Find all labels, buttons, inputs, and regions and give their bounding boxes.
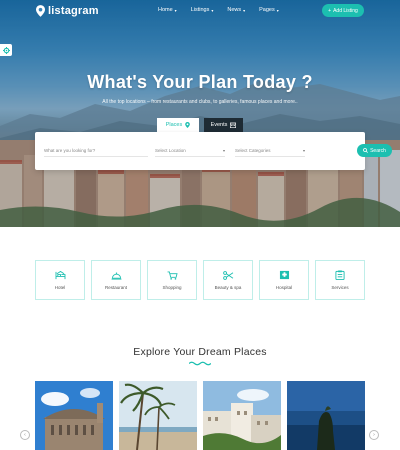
hero-banner bbox=[0, 0, 400, 227]
category-label: Beauty & spa bbox=[214, 285, 242, 290]
add-listing-button[interactable]: + Add Listing bbox=[322, 4, 364, 17]
nav-item-home[interactable]: Home ▾ bbox=[158, 7, 177, 13]
settings-toggle[interactable] bbox=[0, 44, 12, 56]
place-card[interactable] bbox=[287, 381, 365, 450]
nav-item-label: Listings bbox=[190, 7, 210, 13]
hospital-icon bbox=[279, 270, 290, 280]
chevron-right-icon: › bbox=[373, 432, 375, 438]
location-select[interactable]: Select Location ▾ bbox=[155, 144, 225, 157]
hero-subtitle: All the top locations – from restaurants… bbox=[102, 99, 298, 105]
cloche-icon bbox=[111, 270, 122, 280]
keyword-search-input[interactable]: What are you looking for? bbox=[44, 144, 148, 157]
place-card[interactable] bbox=[35, 381, 113, 450]
hero-overlay bbox=[0, 0, 400, 227]
nav-item-listings[interactable]: Listings ▾ bbox=[191, 7, 214, 13]
place-card[interactable] bbox=[119, 381, 197, 450]
nav-item-label: Pages bbox=[259, 7, 275, 13]
search-icon bbox=[363, 148, 369, 153]
category-label: Restaurant bbox=[104, 285, 127, 290]
category-list: Hotel Restaurant Shopping Beauty & spa H… bbox=[35, 260, 365, 300]
nav-item-news[interactable]: News ▾ bbox=[227, 7, 245, 13]
category-shopping[interactable]: Shopping bbox=[147, 260, 197, 300]
cart-icon bbox=[167, 270, 178, 280]
place-card[interactable] bbox=[203, 381, 281, 450]
category-label: Shopping bbox=[162, 285, 182, 290]
chevron-down-icon: ▾ bbox=[211, 7, 214, 13]
nav-item-pages[interactable]: Pages ▾ bbox=[259, 7, 279, 13]
carousel-next-button[interactable]: › bbox=[369, 430, 379, 440]
keyword-placeholder: What are you looking for? bbox=[44, 147, 96, 153]
category-label: Hotel bbox=[54, 285, 66, 290]
tab-events[interactable]: Events bbox=[204, 118, 243, 132]
place-image bbox=[35, 381, 113, 450]
gear-icon bbox=[2, 46, 10, 54]
category-label: Services bbox=[331, 285, 349, 290]
category-placeholder: Select Categories bbox=[235, 147, 271, 153]
places-carousel bbox=[35, 381, 365, 450]
category-hotel[interactable]: Hotel bbox=[35, 260, 85, 300]
category-label: Hospital bbox=[275, 285, 293, 290]
hero-title: What's Your Plan Today ? bbox=[87, 72, 313, 92]
category-select[interactable]: Select Categories ▾ bbox=[235, 144, 305, 157]
plus-icon: + bbox=[328, 7, 332, 14]
tab-label: Events bbox=[210, 122, 228, 128]
wave-divider-icon bbox=[189, 361, 211, 366]
nav-item-label: News bbox=[227, 7, 242, 13]
search-button-label: Search bbox=[370, 147, 386, 154]
chevron-down-icon: ▾ bbox=[276, 7, 279, 13]
category-services[interactable]: Services bbox=[315, 260, 365, 300]
nav-item-label: Home bbox=[158, 7, 173, 13]
chevron-down-icon: ▾ bbox=[302, 147, 305, 153]
brand-logo[interactable]: listagram bbox=[36, 5, 99, 17]
chevron-down-icon: ▾ bbox=[222, 147, 225, 153]
place-image bbox=[203, 381, 281, 450]
place-image bbox=[287, 381, 365, 450]
tab-label: Places bbox=[165, 122, 183, 128]
map-pin-icon bbox=[185, 122, 191, 128]
clipboard-icon bbox=[335, 270, 346, 280]
search-button[interactable]: Search bbox=[357, 144, 392, 157]
location-pin-icon bbox=[36, 5, 45, 17]
category-beauty-spa[interactable]: Beauty & spa bbox=[203, 260, 253, 300]
search-panel: What are you looking for? Select Locatio… bbox=[35, 132, 392, 170]
category-hospital[interactable]: Hospital bbox=[259, 260, 309, 300]
chevron-down-icon: ▾ bbox=[243, 7, 246, 13]
brand-name: listagram bbox=[48, 5, 99, 17]
tab-places[interactable]: Places bbox=[157, 118, 199, 132]
main-menu: Home ▾ Listings ▾ News ▾ Pages ▾ bbox=[158, 7, 279, 13]
section-title: Explore Your Dream Places bbox=[133, 346, 267, 358]
chevron-left-icon: ‹ bbox=[24, 432, 26, 438]
carousel-prev-button[interactable]: ‹ bbox=[20, 430, 30, 440]
place-image bbox=[119, 381, 197, 450]
scissors-icon bbox=[222, 270, 234, 280]
top-navbar: listagram Home ▾ Listings ▾ News ▾ Pages… bbox=[0, 0, 400, 24]
bed-icon bbox=[55, 270, 66, 280]
category-restaurant[interactable]: Restaurant bbox=[91, 260, 141, 300]
calendar-icon bbox=[230, 122, 237, 128]
add-listing-label: Add Listing bbox=[333, 7, 358, 14]
location-placeholder: Select Location bbox=[155, 147, 186, 153]
chevron-down-icon: ▾ bbox=[174, 7, 177, 13]
